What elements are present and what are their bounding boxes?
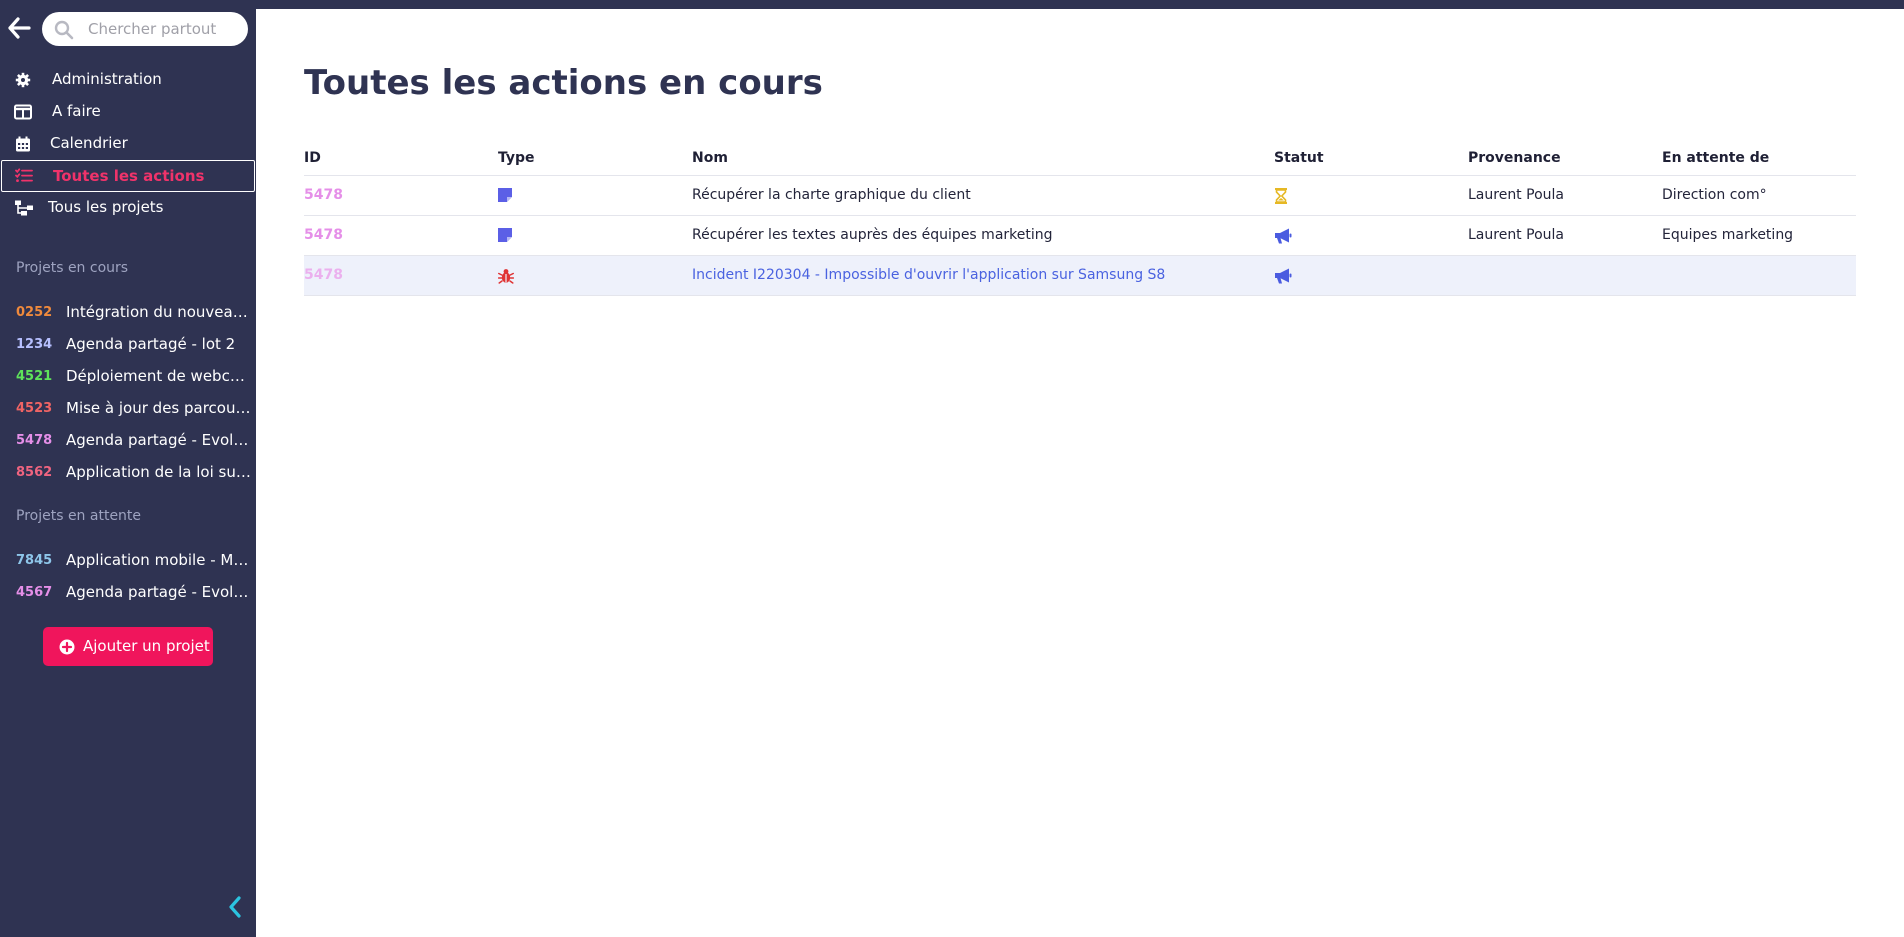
project-id: 4521 [16, 369, 53, 384]
nav-item-toutes-les-actions[interactable]: Toutes les actions [1, 160, 255, 192]
nav-label: Toutes les actions [53, 167, 205, 185]
add-project-label: Ajouter un projet [83, 637, 210, 655]
column-header-type[interactable]: Type [498, 150, 535, 166]
project-name: Agenda partagé - Evoluti... [66, 431, 252, 449]
table-row[interactable]: 5478 Incident I220304 - Impossible d'ouv… [304, 256, 1856, 296]
row-waiting-for: Equipes marketing [1662, 227, 1794, 243]
chevron-left-icon [229, 896, 241, 918]
project-item[interactable]: 7845 Application mobile - Mise... [0, 546, 256, 576]
row-provenance: Laurent Poula [1468, 187, 1564, 203]
bug-icon [498, 269, 514, 284]
row-name-link[interactable]: Incident I220304 - Impossible d'ouvrir l… [692, 267, 1165, 283]
sidebar: Administration A faire Calendrier [0, 0, 256, 937]
table-row[interactable]: 5478 Récupérer les textes auprès des équ… [304, 216, 1856, 256]
project-name: Agenda partagé - Evoluti... [66, 583, 252, 601]
column-header-nom[interactable]: Nom [692, 150, 728, 166]
sidebar-top-row [0, 10, 256, 46]
nav-label: Administration [52, 70, 162, 88]
search-box[interactable] [42, 12, 248, 46]
nav-item-calendrier[interactable]: Calendrier [0, 128, 256, 160]
nav-label: Tous les projets [48, 198, 164, 216]
columns-icon [14, 104, 32, 120]
project-item[interactable]: 1234 Agenda partagé - lot 2 [0, 330, 256, 360]
search-icon [54, 20, 74, 40]
project-name: Intégration du nouveau p... [66, 303, 252, 321]
list-check-icon [15, 168, 33, 182]
row-waiting-for: Direction com° [1662, 187, 1767, 203]
megaphone-icon [1275, 268, 1292, 284]
arrow-left-icon [8, 17, 31, 39]
calendar-icon [16, 136, 30, 152]
add-project-button[interactable]: Ajouter un projet [43, 627, 213, 666]
note-icon [498, 228, 512, 242]
note-icon [498, 188, 512, 202]
project-item[interactable]: 5478 Agenda partagé - Evoluti... [0, 426, 256, 456]
row-name: Récupérer la charte graphique du client [692, 187, 971, 203]
column-header-id[interactable]: ID [304, 150, 321, 166]
project-id: 8562 [16, 465, 53, 480]
collapse-sidebar-button[interactable] [224, 894, 246, 920]
project-item[interactable]: 4523 Mise à jour des parcours ... [0, 394, 256, 424]
project-id: 4567 [16, 585, 53, 600]
search-input[interactable] [88, 18, 238, 40]
project-item[interactable]: 4521 Déploiement de webcam ... [0, 362, 256, 392]
back-button[interactable] [6, 14, 32, 42]
row-name: Récupérer les textes auprès des équipes … [692, 227, 1053, 243]
row-provenance: Laurent Poula [1468, 227, 1564, 243]
sitemap-icon [15, 200, 33, 216]
project-id: 7845 [16, 553, 53, 568]
megaphone-icon [1275, 228, 1292, 244]
row-id[interactable]: 5478 [304, 187, 343, 203]
project-name: Déploiement de webcam ... [66, 367, 252, 385]
hourglass-icon [1275, 188, 1287, 204]
column-header-provenance[interactable]: Provenance [1468, 150, 1561, 166]
plus-circle-icon [59, 639, 75, 655]
project-id: 0252 [16, 305, 53, 320]
project-name: Application mobile - Mise... [66, 551, 252, 569]
table-row[interactable]: 5478 Récupérer la charte graphique du cl… [304, 176, 1856, 216]
nav-item-administration[interactable]: Administration [0, 64, 256, 96]
row-id[interactable]: 5478 [304, 267, 343, 283]
project-id: 1234 [16, 337, 53, 352]
page-title: Toutes les actions en cours [304, 63, 823, 103]
table-header: ID Type Nom Statut Provenance En attente… [304, 141, 1856, 176]
nav-item-a-faire[interactable]: A faire [0, 96, 256, 128]
nav-label: A faire [52, 102, 101, 120]
section-title-projets-en-attente: Projets en attente [16, 508, 142, 524]
project-item[interactable]: 0252 Intégration du nouveau p... [0, 298, 256, 328]
row-id[interactable]: 5478 [304, 227, 343, 243]
project-id: 5478 [16, 433, 53, 448]
nav-label: Calendrier [50, 134, 128, 152]
project-item[interactable]: 8562 Application de la loi sur l... [0, 458, 256, 488]
project-name: Agenda partagé - lot 2 [66, 335, 236, 353]
nav-item-tous-les-projets[interactable]: Tous les projets [0, 192, 256, 224]
project-item[interactable]: 4567 Agenda partagé - Evoluti... [0, 578, 256, 608]
gear-icon [15, 72, 31, 88]
project-name: Mise à jour des parcours ... [66, 399, 252, 417]
main-content: Toutes les actions en cours ID Type Nom … [256, 9, 1904, 937]
project-name: Application de la loi sur l... [66, 463, 252, 481]
project-id: 4523 [16, 401, 53, 416]
column-header-en-attente-de[interactable]: En attente de [1662, 150, 1769, 166]
section-title-projets-en-cours: Projets en cours [16, 260, 129, 276]
actions-table: ID Type Nom Statut Provenance En attente… [304, 141, 1856, 296]
column-header-statut[interactable]: Statut [1274, 150, 1324, 166]
